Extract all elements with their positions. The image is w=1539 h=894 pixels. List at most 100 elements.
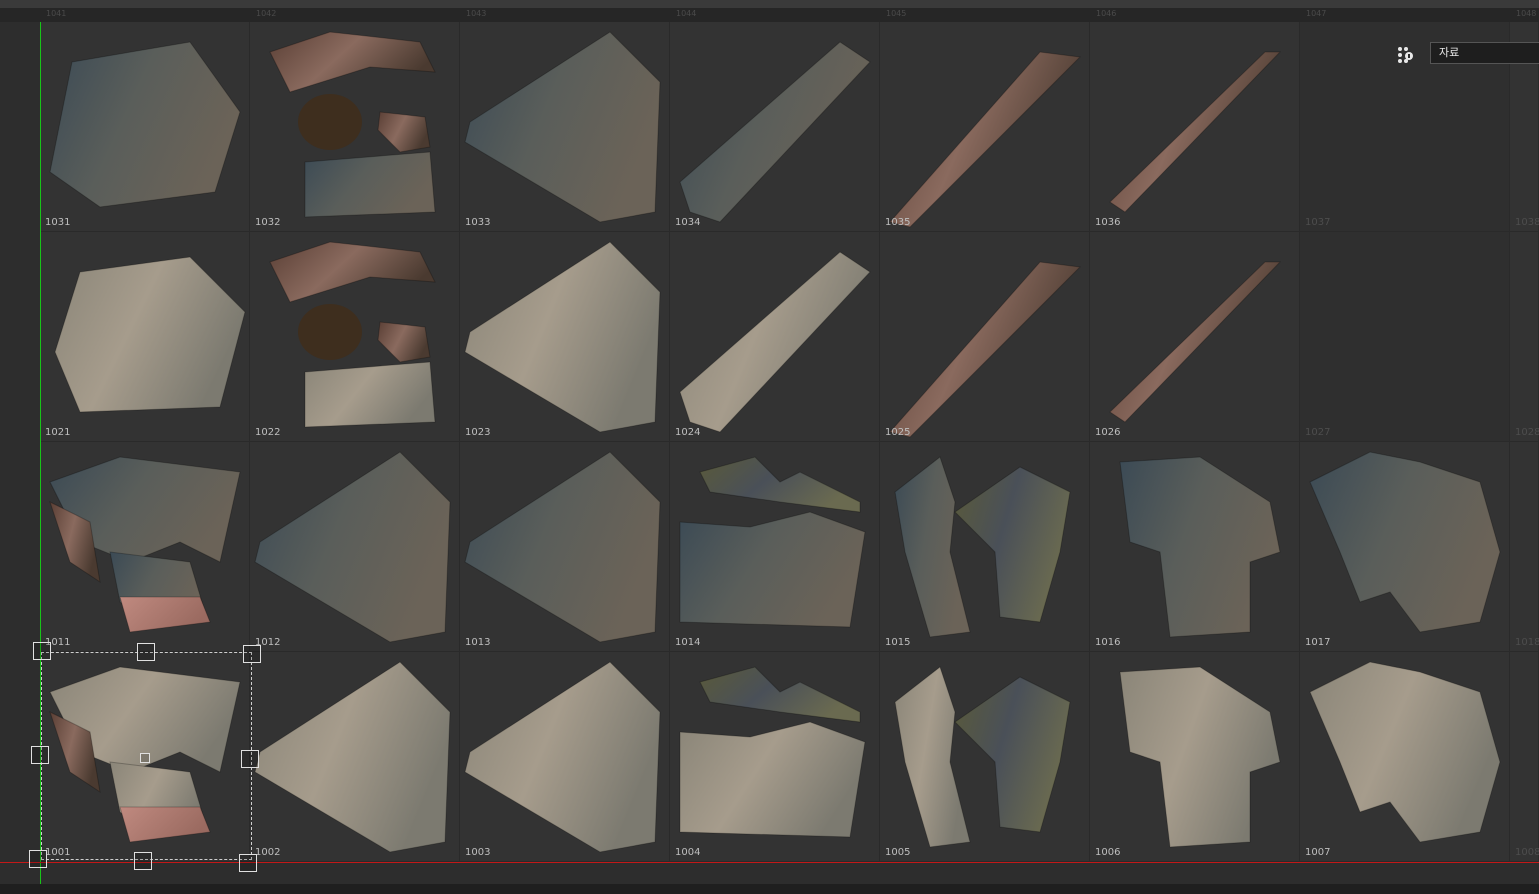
- uv-island[interactable]: [464, 451, 661, 643]
- udim-tile[interactable]: 1022: [250, 232, 460, 442]
- uv-island[interactable]: [889, 261, 1082, 438]
- uv-island[interactable]: [298, 304, 362, 360]
- udim-tile[interactable]: 1008: [1510, 652, 1539, 862]
- udim-tile[interactable]: 1027: [1300, 232, 1510, 442]
- udim-tile[interactable]: 1018: [1510, 442, 1539, 652]
- uv-island[interactable]: [954, 466, 1071, 623]
- transform-handle-top-right[interactable]: [243, 645, 261, 663]
- uv-island[interactable]: [679, 721, 866, 838]
- udim-tile[interactable]: 1023: [460, 232, 670, 442]
- uv-islands: [679, 41, 871, 223]
- udim-tile[interactable]: 1007: [1300, 652, 1510, 862]
- transform-pivot-handle[interactable]: [140, 753, 150, 763]
- tile-label: 1008: [1515, 847, 1539, 858]
- udim-tile[interactable]: 1036: [1090, 22, 1300, 232]
- tile-label: 1005: [885, 847, 911, 858]
- udim-tile[interactable]: 1031: [40, 22, 250, 232]
- uv-island[interactable]: [269, 241, 436, 303]
- uv-island[interactable]: [377, 111, 431, 153]
- udim-tile[interactable]: 1033: [460, 22, 670, 232]
- uv-islands: [1119, 456, 1281, 638]
- uv-islands: [464, 31, 661, 223]
- transform-handle-middle-right[interactable]: [241, 750, 259, 768]
- uv-island[interactable]: [894, 666, 971, 848]
- udim-tile[interactable]: 1028: [1510, 232, 1539, 442]
- uv-islands: [464, 451, 661, 643]
- display-options-icon[interactable]: [1396, 44, 1416, 64]
- uv-island[interactable]: [1309, 661, 1501, 843]
- uv-island[interactable]: [679, 41, 871, 223]
- udim-tile[interactable]: 1034: [670, 22, 880, 232]
- udim-tile[interactable]: 1002: [250, 652, 460, 862]
- udim-tile[interactable]: 1004: [670, 652, 880, 862]
- uv-island[interactable]: [298, 94, 362, 150]
- udim-tile[interactable]: 1016: [1090, 442, 1300, 652]
- uv-island[interactable]: [1119, 666, 1281, 848]
- ruler-tick: 1042: [256, 9, 277, 18]
- udim-tile[interactable]: 1003: [460, 652, 670, 862]
- uv-island[interactable]: [679, 251, 871, 433]
- transform-handle-top-center[interactable]: [137, 643, 155, 661]
- udim-tile[interactable]: 1021: [40, 232, 250, 442]
- ruler-tick: 1041: [46, 9, 67, 18]
- uv-island[interactable]: [889, 51, 1082, 228]
- uv-island[interactable]: [119, 596, 211, 633]
- uv-island[interactable]: [254, 661, 451, 853]
- tile-label: 1021: [45, 427, 71, 438]
- udim-tile[interactable]: 1024: [670, 232, 880, 442]
- uv-island[interactable]: [1109, 261, 1282, 423]
- tile-label: 1034: [675, 217, 701, 228]
- transform-handle-bottom-center[interactable]: [134, 852, 152, 870]
- uv-island[interactable]: [54, 256, 246, 413]
- udim-tile[interactable]: 1032: [250, 22, 460, 232]
- uv-island[interactable]: [464, 661, 661, 853]
- uv-island[interactable]: [699, 456, 861, 513]
- tile-label: 1038: [1515, 217, 1539, 228]
- uv-island[interactable]: [269, 31, 436, 93]
- uv-island[interactable]: [464, 31, 661, 223]
- transform-handle-middle-left[interactable]: [31, 746, 49, 764]
- uv-island[interactable]: [464, 241, 661, 433]
- tile-label: 1025: [885, 427, 911, 438]
- uv-island[interactable]: [699, 666, 861, 723]
- udim-tile[interactable]: 1026: [1090, 232, 1300, 442]
- uv-island[interactable]: [254, 451, 451, 643]
- uv-island[interactable]: [954, 676, 1071, 833]
- uv-island[interactable]: [1109, 51, 1282, 213]
- tile-label: 1013: [465, 637, 491, 648]
- udim-tile[interactable]: 1035: [880, 22, 1090, 232]
- uv-island[interactable]: [49, 41, 241, 208]
- top-toolbar: [0, 0, 1539, 8]
- udim-tile[interactable]: 1025: [880, 232, 1090, 442]
- udim-tile[interactable]: 1005: [880, 652, 1090, 862]
- uv-island[interactable]: [377, 321, 431, 363]
- ruler-tick: 1045: [886, 9, 907, 18]
- uv-island[interactable]: [894, 456, 971, 638]
- uv-island[interactable]: [304, 361, 436, 428]
- udim-tile[interactable]: 1012: [250, 442, 460, 652]
- tile-label: 1006: [1095, 847, 1121, 858]
- uv-island[interactable]: [679, 511, 866, 628]
- uv-viewport[interactable]: 1031 1032 1033 1034 1035 1036 1037 1038 1021 1022…: [0, 22, 1539, 884]
- uv-island[interactable]: [1309, 451, 1501, 633]
- uv-islands: [464, 241, 661, 433]
- transform-handle-bottom-right[interactable]: [239, 854, 257, 872]
- transform-handle-top-left[interactable]: [33, 642, 51, 660]
- uv-island[interactable]: [1119, 456, 1281, 638]
- udim-tile[interactable]: 1011: [40, 442, 250, 652]
- material-dropdown[interactable]: 자료: [1430, 42, 1539, 64]
- uv-islands: [464, 661, 661, 853]
- uv-islands: [269, 241, 436, 428]
- uv-islands: [49, 41, 241, 208]
- transform-handle-bottom-left[interactable]: [29, 850, 47, 868]
- tile-label: 1016: [1095, 637, 1121, 648]
- udim-tile[interactable]: 1017: [1300, 442, 1510, 652]
- tile-label: 1022: [255, 427, 281, 438]
- udim-tile[interactable]: 1013: [460, 442, 670, 652]
- udim-tile[interactable]: 1014: [670, 442, 880, 652]
- udim-tile[interactable]: 1015: [880, 442, 1090, 652]
- udim-tile[interactable]: 1006: [1090, 652, 1300, 862]
- tile-label: 1026: [1095, 427, 1121, 438]
- uv-islands: [49, 456, 241, 633]
- uv-island[interactable]: [304, 151, 436, 218]
